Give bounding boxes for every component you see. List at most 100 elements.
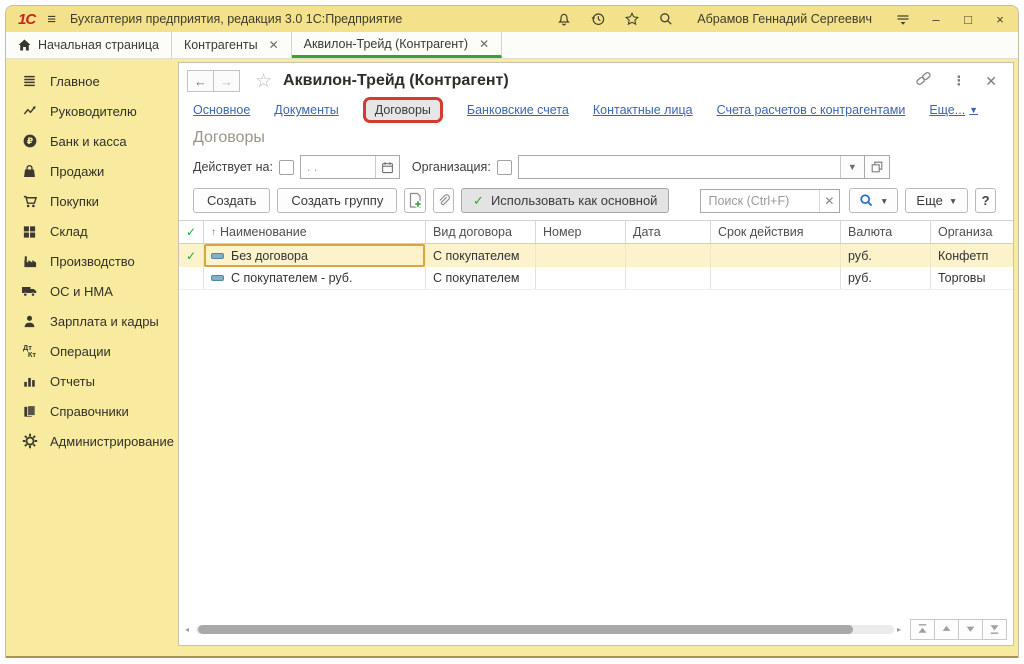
- navlink-main[interactable]: Основное: [193, 103, 250, 117]
- books-icon: [21, 403, 38, 419]
- tab-home[interactable]: Начальная страница: [6, 32, 172, 58]
- forward-button[interactable]: →: [213, 70, 240, 92]
- favorite-star-icon[interactable]: ☆: [255, 72, 272, 91]
- more-actions-kebab-icon[interactable]: ⋮: [952, 73, 965, 89]
- create-button[interactable]: Создать: [193, 188, 270, 213]
- help-button[interactable]: ?: [975, 188, 996, 213]
- sidebar-item-main[interactable]: Главное: [6, 66, 168, 96]
- go-to-last-button[interactable]: [982, 619, 1007, 640]
- favorites-star-icon[interactable]: [623, 10, 641, 28]
- cell-organization[interactable]: Торговы: [931, 267, 1014, 289]
- clear-search-icon[interactable]: ✕: [819, 190, 839, 212]
- choose-from-list-icon[interactable]: [864, 155, 890, 179]
- sidebar-item-salary-hr[interactable]: Зарплата и кадры: [6, 306, 168, 336]
- menu-lines-icon: [21, 73, 38, 89]
- navlink-more[interactable]: Еще... ▼: [929, 103, 978, 117]
- tab-close-icon[interactable]: ✕: [269, 38, 279, 52]
- sidebar-item-administration[interactable]: Администрирование: [6, 426, 168, 456]
- column-header-name[interactable]: ↑Наименование: [204, 221, 426, 244]
- cell-kind[interactable]: С покупателем: [426, 244, 536, 267]
- service-settings-icon[interactable]: [894, 10, 912, 28]
- get-link-icon[interactable]: [915, 71, 932, 91]
- combo-dropdown-icon[interactable]: ▼: [840, 156, 864, 178]
- navlink-documents[interactable]: Документы: [274, 103, 338, 117]
- next-page-button[interactable]: [958, 619, 983, 640]
- cell-text: С покупателем - руб.: [231, 271, 352, 285]
- maximize-button[interactable]: □: [960, 12, 976, 27]
- cell-date[interactable]: [626, 267, 711, 289]
- cell-currency[interactable]: руб.: [841, 244, 931, 267]
- column-header-kind[interactable]: Вид договора: [426, 221, 536, 244]
- cell-name-selected[interactable]: Без договора: [204, 244, 426, 267]
- main-flag-column-header[interactable]: ✓: [179, 221, 204, 244]
- scroll-left-icon[interactable]: ◂: [185, 625, 193, 634]
- table-row[interactable]: С покупателем - руб. С покупателем руб. …: [179, 267, 1013, 290]
- calendar-icon[interactable]: [375, 156, 399, 178]
- horizontal-scrollbar[interactable]: [196, 625, 894, 634]
- close-window-button[interactable]: ×: [992, 12, 1008, 27]
- navlink-contracts-highlighted[interactable]: Договоры: [363, 97, 443, 123]
- valid-on-date-input[interactable]: [301, 156, 375, 178]
- sidebar-item-purchases[interactable]: Покупки: [6, 186, 168, 216]
- main-menu-icon[interactable]: ≡: [47, 11, 56, 28]
- cell-date[interactable]: [626, 244, 711, 267]
- cell-number[interactable]: [536, 244, 626, 267]
- previous-page-button[interactable]: [934, 619, 959, 640]
- column-header-number[interactable]: Номер: [536, 221, 626, 244]
- column-header-organization[interactable]: Организа: [931, 221, 1014, 244]
- sidebar-item-production[interactable]: Производство: [6, 246, 168, 276]
- attachments-paperclip-button[interactable]: [433, 188, 454, 213]
- tab-akvilon-trade[interactable]: Аквилон-Трейд (Контрагент) ✕: [292, 32, 503, 58]
- search-input[interactable]: [701, 190, 818, 212]
- column-header-date[interactable]: Дата: [626, 221, 711, 244]
- organization-input[interactable]: [519, 156, 840, 178]
- sidebar-item-operations[interactable]: ДтКт Операции: [6, 336, 168, 366]
- column-header-term[interactable]: Срок действия: [711, 221, 841, 244]
- copy-item-button[interactable]: [404, 188, 425, 213]
- back-button[interactable]: ←: [187, 70, 214, 92]
- minimize-button[interactable]: –: [928, 12, 944, 27]
- cell-name[interactable]: С покупателем - руб.: [204, 267, 426, 289]
- table-row[interactable]: ✓ Без договора С покупателем руб. Конфет…: [179, 244, 1013, 267]
- scroll-right-icon[interactable]: ▸: [897, 625, 905, 634]
- cell-organization[interactable]: Конфетп: [931, 244, 1014, 267]
- tab-close-icon[interactable]: ✕: [479, 37, 489, 51]
- use-as-main-toggle[interactable]: ✓ Использовать как основной: [461, 188, 669, 213]
- more-button[interactable]: Еще ▼: [905, 188, 968, 213]
- navlink-settlement-accounts[interactable]: Счета расчетов с контрагентами: [717, 103, 906, 117]
- sections-sidebar: Главное Руководителю ₽ Банк и касса Прод…: [6, 59, 168, 656]
- sidebar-item-reports[interactable]: Отчеты: [6, 366, 168, 396]
- sidebar-item-warehouse[interactable]: Склад: [6, 216, 168, 246]
- cell-term[interactable]: [711, 244, 841, 267]
- cell-kind[interactable]: С покупателем: [426, 267, 536, 289]
- valid-on-checkbox[interactable]: [279, 160, 294, 175]
- more-button-label: Еще: [916, 193, 942, 208]
- history-icon[interactable]: [589, 10, 607, 28]
- find-button[interactable]: ▼: [849, 188, 898, 213]
- global-search-icon[interactable]: [657, 10, 675, 28]
- sidebar-item-manager[interactable]: Руководителю: [6, 96, 168, 126]
- sidebar-item-fixed-assets[interactable]: ОС и НМА: [6, 276, 168, 306]
- navlink-contact-persons[interactable]: Контактные лица: [593, 103, 693, 117]
- sidebar-item-sales[interactable]: Продажи: [6, 156, 168, 186]
- person-icon: [21, 313, 38, 329]
- go-to-first-button[interactable]: [910, 619, 935, 640]
- organization-checkbox[interactable]: [497, 160, 512, 175]
- scrollbar-thumb[interactable]: [198, 625, 853, 634]
- close-form-icon[interactable]: ✕: [985, 73, 997, 90]
- notifications-bell-icon[interactable]: [555, 10, 573, 28]
- sidebar-item-directories[interactable]: Справочники: [6, 396, 168, 426]
- create-group-button[interactable]: Создать группу: [277, 188, 397, 213]
- check-icon: ✓: [186, 249, 196, 263]
- ruble-circle-icon: ₽: [21, 133, 38, 149]
- current-user[interactable]: Абрамов Геннадий Сергеевич: [697, 12, 872, 26]
- column-header-currency[interactable]: Валюта: [841, 221, 931, 244]
- navlink-bank-accounts[interactable]: Банковские счета: [467, 103, 569, 117]
- cell-term[interactable]: [711, 267, 841, 289]
- tab-kontragenty[interactable]: Контрагенты ✕: [172, 32, 292, 58]
- cell-currency[interactable]: руб.: [841, 267, 931, 289]
- organization-combo-group: ▼: [518, 155, 865, 179]
- cell-number[interactable]: [536, 267, 626, 289]
- column-label: Вид договора: [433, 225, 512, 239]
- sidebar-item-bank-cash[interactable]: ₽ Банк и касса: [6, 126, 168, 156]
